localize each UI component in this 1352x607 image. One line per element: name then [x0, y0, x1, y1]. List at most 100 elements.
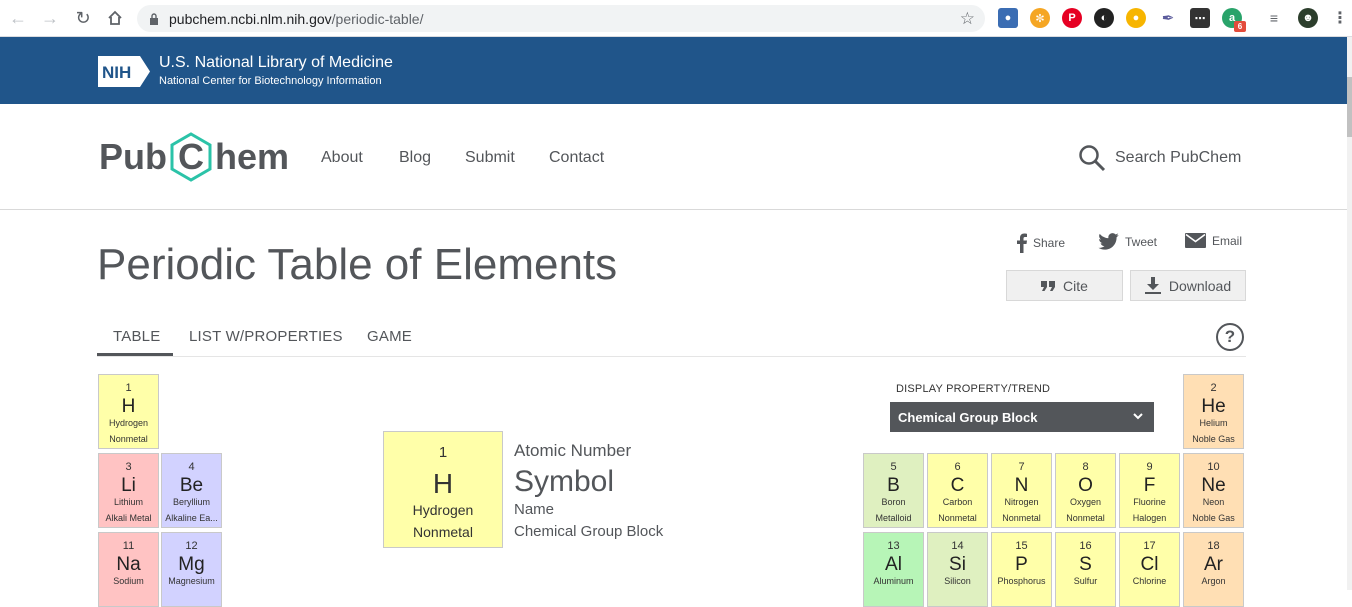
extension-icon-8[interactable]: a6	[1222, 8, 1246, 32]
tweet-button[interactable]: Tweet	[1098, 233, 1157, 250]
element-cell-mg[interactable]: 12 Mg Magnesium	[161, 532, 222, 607]
element-number: 17	[1143, 540, 1156, 552]
profile-avatar[interactable]: ☻	[1298, 8, 1318, 28]
email-button[interactable]: Email	[1185, 233, 1242, 248]
element-cell-o[interactable]: 8 O Oxygen Nonmetal	[1055, 453, 1116, 528]
pubchem-logo[interactable]: Pub C hem	[99, 132, 289, 182]
extension-icon-1[interactable]: ●	[998, 8, 1018, 28]
element-cell-p[interactable]: 15 P Phosphorus	[991, 532, 1052, 607]
search-button[interactable]: Search PubChem	[1078, 144, 1241, 172]
element-number: 18	[1207, 540, 1220, 552]
nav-contact[interactable]: Contact	[549, 149, 604, 167]
element-cell-n[interactable]: 7 N Nitrogen Nonmetal	[991, 453, 1052, 528]
element-group: Alkaline Ea...	[165, 513, 218, 523]
element-cell-f[interactable]: 9 F Fluorine Halogen	[1119, 453, 1180, 528]
legend-group-label: Chemical Group Block	[514, 523, 664, 540]
legend-name: Hydrogen	[412, 502, 474, 518]
element-name: Hydrogen	[108, 418, 149, 428]
element-symbol: H	[121, 396, 136, 417]
element-name: Helium	[1199, 418, 1228, 428]
element-number: 10	[1207, 461, 1220, 473]
url-host: pubchem.ncbi.nlm.nih.gov	[169, 10, 332, 27]
quote-icon	[1041, 280, 1056, 291]
legend-name-label: Name	[514, 501, 555, 518]
element-symbol: C	[950, 475, 965, 496]
element-number: 14	[951, 540, 964, 552]
element-cell-he[interactable]: 2 He Helium Noble Gas	[1183, 374, 1244, 449]
download-button[interactable]: Download	[1130, 270, 1246, 301]
nih-logo[interactable]: NIH	[98, 56, 150, 87]
element-name: Lithium	[113, 497, 143, 507]
reload-icon[interactable]: ↻	[67, 0, 99, 37]
extension-icon-5[interactable]: ●	[1126, 8, 1146, 28]
element-number: 12	[185, 540, 198, 552]
logo-text-right: hem	[215, 136, 290, 177]
extension-icon-4[interactable]: ◐	[1094, 8, 1114, 28]
lock-icon	[150, 12, 158, 25]
page-scrollbar[interactable]	[1347, 37, 1352, 590]
nih-title[interactable]: U.S. National Library of Medicine	[159, 54, 393, 72]
element-cell-si[interactable]: 14 Si Silicon	[927, 532, 988, 607]
element-symbol: S	[1079, 554, 1092, 575]
element-symbol: F	[1143, 475, 1156, 496]
element-number: 13	[887, 540, 900, 552]
element-name: Carbon	[942, 497, 973, 507]
element-cell-cl[interactable]: 17 Cl Chlorine	[1119, 532, 1180, 607]
element-number: 8	[1082, 461, 1089, 473]
element-cell-ar[interactable]: 18 Ar Argon	[1183, 532, 1244, 607]
display-property-select[interactable]: Chemical Group Block	[890, 402, 1154, 432]
nav-about[interactable]: About	[321, 149, 363, 167]
element-symbol: P	[1015, 554, 1028, 575]
element-name: Boron	[881, 497, 906, 507]
svg-text:NIH: NIH	[102, 63, 131, 82]
element-group: Halogen	[1132, 513, 1167, 523]
element-name: Sulfur	[1073, 576, 1098, 586]
element-cell-b[interactable]: 5 B Boron Metalloid	[863, 453, 924, 528]
element-cell-s[interactable]: 16 S Sulfur	[1055, 532, 1116, 607]
element-symbol: N	[1014, 475, 1029, 496]
media-icon[interactable]: ≡	[1264, 8, 1284, 28]
display-property-label: DISPLAY PROPERTY/TREND	[896, 383, 1051, 395]
bookmark-star-icon[interactable]: ☆	[960, 9, 975, 29]
scrollbar-thumb[interactable]	[1347, 77, 1352, 137]
extension-icon-7[interactable]: ⋯	[1190, 8, 1210, 28]
tab-list-properties[interactable]: LIST W/PROPERTIES	[189, 328, 343, 345]
cite-button[interactable]: Cite	[1006, 270, 1123, 301]
element-cell-na[interactable]: 11 Na Sodium	[98, 532, 159, 607]
display-property-value: Chemical Group Block	[898, 409, 1038, 425]
pinterest-icon[interactable]: P	[1062, 8, 1082, 28]
element-number: 16	[1079, 540, 1092, 552]
element-group: Nonmetal	[1066, 513, 1105, 523]
active-tab-indicator	[97, 353, 173, 356]
element-symbol: Si	[949, 554, 966, 575]
eyedropper-icon[interactable]: ✒	[1158, 8, 1178, 28]
element-cell-al[interactable]: 13 Al Aluminum	[863, 532, 924, 607]
element-cell-li[interactable]: 3 Li Lithium Alkali Metal	[98, 453, 159, 528]
element-group: Metalloid	[875, 513, 912, 523]
url-path: /periodic-table/	[331, 10, 424, 27]
element-name: Argon	[1201, 576, 1226, 586]
nih-subtitle[interactable]: National Center for Biotechnology Inform…	[159, 75, 382, 87]
nav-blog[interactable]: Blog	[399, 149, 431, 167]
forward-icon[interactable]: →	[34, 0, 66, 37]
element-number: 3	[125, 461, 132, 473]
element-cell-be[interactable]: 4 Be Beryllium Alkaline Ea...	[161, 453, 222, 528]
element-symbol: B	[887, 475, 900, 496]
address-bar[interactable]: pubchem.ncbi.nlm.nih.gov/periodic-table/…	[137, 5, 985, 32]
share-button[interactable]: Share	[1017, 233, 1065, 253]
extension-icon-2[interactable]: ✼	[1030, 8, 1050, 28]
element-symbol: Mg	[178, 554, 205, 575]
nav-submit[interactable]: Submit	[465, 149, 515, 167]
menu-kebab-icon[interactable]: ⋮	[1330, 8, 1350, 28]
home-icon[interactable]	[99, 0, 131, 37]
cite-label: Cite	[1063, 277, 1088, 294]
back-icon[interactable]: ←	[2, 0, 34, 37]
element-cell-h[interactable]: 1 H Hydrogen Nonmetal	[98, 374, 159, 449]
element-cell-c[interactable]: 6 C Carbon Nonmetal	[927, 453, 988, 528]
element-name: Nitrogen	[1004, 497, 1039, 507]
element-name: Neon	[1202, 497, 1225, 507]
tab-table[interactable]: TABLE	[113, 328, 160, 345]
tab-game[interactable]: GAME	[367, 328, 412, 345]
help-icon[interactable]: ?	[1216, 323, 1244, 351]
element-cell-ne[interactable]: 10 Ne Neon Noble Gas	[1183, 453, 1244, 528]
